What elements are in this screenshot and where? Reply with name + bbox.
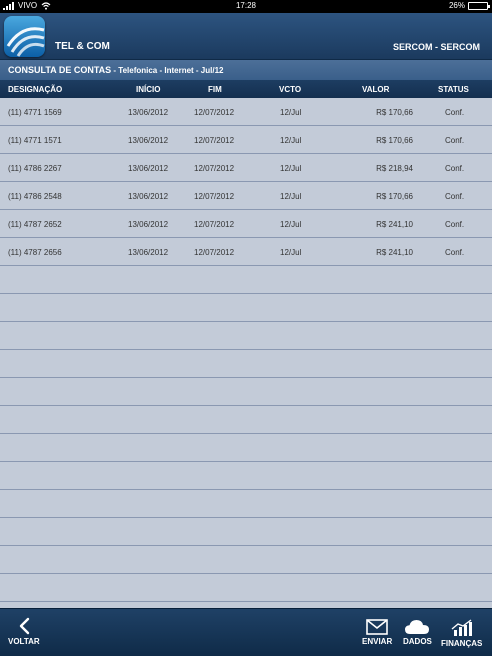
column-header-status[interactable]: STATUS xyxy=(438,85,469,94)
app-header: TEL & COM SERCOM - SERCOM xyxy=(0,13,492,60)
cell-inicio: 13/06/2012 xyxy=(128,248,169,257)
cell-inicio: 13/06/2012 xyxy=(128,192,169,201)
cell-vcto: 12/Jul xyxy=(280,192,302,201)
cell-fim: 12/07/2012 xyxy=(194,108,235,117)
cell-status: Conf. xyxy=(445,192,465,201)
cell-valor: R$ 241,10 xyxy=(376,248,413,257)
empty-row xyxy=(0,490,492,518)
empty-row xyxy=(0,546,492,574)
table-body: (11) 4771 1569 13/06/2012 12/07/2012 12/… xyxy=(0,98,492,266)
chevron-left-icon xyxy=(19,617,30,635)
status-bar: VIVO 17:28 26% xyxy=(0,0,492,13)
financas-button[interactable]: FINANÇAS xyxy=(441,619,482,648)
company-name: SERCOM - SERCOM xyxy=(392,42,480,52)
back-label: VOLTAR xyxy=(8,637,40,646)
cell-valor: R$ 170,66 xyxy=(376,136,413,145)
bottom-toolbar: VOLTAR ENVIAR DADOS FINANÇAS xyxy=(0,608,492,656)
empty-row xyxy=(0,574,492,602)
cell-fim: 12/07/2012 xyxy=(194,192,235,201)
enviar-label: ENVIAR xyxy=(362,637,393,646)
column-header-valor[interactable]: VALOR xyxy=(362,85,389,94)
cell-fim: 12/07/2012 xyxy=(194,136,235,145)
empty-row xyxy=(0,434,492,462)
cloud-icon xyxy=(405,620,430,634)
empty-row xyxy=(0,322,492,350)
chart-icon xyxy=(451,619,472,636)
cell-designacao: (11) 4771 1571 xyxy=(8,136,62,145)
app-logo-icon xyxy=(4,16,45,57)
empty-row xyxy=(0,518,492,546)
financas-label: FINANÇAS xyxy=(441,639,483,648)
cell-fim: 12/07/2012 xyxy=(194,164,235,173)
cell-status: Conf. xyxy=(445,164,465,173)
cell-designacao: (11) 4787 2656 xyxy=(8,248,62,257)
battery-icon xyxy=(468,1,490,10)
cell-vcto: 12/Jul xyxy=(280,248,302,257)
dados-button[interactable]: DADOS xyxy=(403,619,432,646)
table-row[interactable]: (11) 4771 1571 13/06/2012 12/07/2012 12/… xyxy=(0,126,492,154)
cell-valor: R$ 170,66 xyxy=(376,108,413,117)
empty-row xyxy=(0,350,492,378)
empty-row xyxy=(0,462,492,490)
app-title: TEL & COM xyxy=(55,41,110,52)
empty-row xyxy=(0,294,492,322)
page-title-bar: CONSULTA DE CONTAS - Telefonica - Intern… xyxy=(0,60,492,80)
table-row[interactable]: (11) 4787 2652 13/06/2012 12/07/2012 12/… xyxy=(0,210,492,238)
cell-designacao: (11) 4786 2267 xyxy=(8,164,62,173)
column-header-designacao[interactable]: DESIGNAÇÃO xyxy=(8,85,62,94)
empty-row xyxy=(0,266,492,294)
cell-fim: 12/07/2012 xyxy=(194,248,235,257)
cell-fim: 12/07/2012 xyxy=(194,220,235,229)
cell-inicio: 13/06/2012 xyxy=(128,108,169,117)
page-title: CONSULTA DE CONTAS xyxy=(8,65,112,75)
cell-status: Conf. xyxy=(445,108,465,117)
table-row[interactable]: (11) 4786 2548 13/06/2012 12/07/2012 12/… xyxy=(0,182,492,210)
battery-area: 26% xyxy=(448,1,490,10)
page-subtitle: - Telefonica - Internet - Jul/12 xyxy=(111,66,224,75)
cell-valor: R$ 218,94 xyxy=(376,164,413,173)
cell-status: Conf. xyxy=(445,136,465,145)
clock: 17:28 xyxy=(235,1,257,10)
dados-label: DADOS xyxy=(403,637,432,646)
cell-status: Conf. xyxy=(445,248,465,257)
cell-vcto: 12/Jul xyxy=(280,136,302,145)
cell-vcto: 12/Jul xyxy=(280,220,302,229)
cell-designacao: (11) 4771 1569 xyxy=(8,108,62,117)
cell-vcto: 12/Jul xyxy=(280,108,302,117)
cell-designacao: (11) 4786 2548 xyxy=(8,192,62,201)
empty-row xyxy=(0,378,492,406)
back-button[interactable]: VOLTAR xyxy=(8,617,40,646)
column-header-vcto[interactable]: VCTO xyxy=(279,85,301,94)
cell-status: Conf. xyxy=(445,220,465,229)
column-header-inicio[interactable]: INÍCIO xyxy=(136,85,160,94)
cell-valor: R$ 170,66 xyxy=(376,192,413,201)
cell-inicio: 13/06/2012 xyxy=(128,136,169,145)
table-header: DESIGNAÇÃO INÍCIO FIM VCTO VALOR STATUS xyxy=(0,80,492,98)
cell-inicio: 13/06/2012 xyxy=(128,164,169,173)
column-header-fim[interactable]: FIM xyxy=(208,85,222,94)
table-row[interactable]: (11) 4786 2267 13/06/2012 12/07/2012 12/… xyxy=(0,154,492,182)
table-row[interactable]: (11) 4787 2656 13/06/2012 12/07/2012 12/… xyxy=(0,238,492,266)
empty-row xyxy=(0,406,492,434)
cell-valor: R$ 241,10 xyxy=(376,220,413,229)
empty-table-area xyxy=(0,266,492,602)
cell-inicio: 13/06/2012 xyxy=(128,220,169,229)
cell-vcto: 12/Jul xyxy=(280,164,302,173)
enviar-button[interactable]: ENVIAR xyxy=(362,619,392,646)
envelope-icon xyxy=(366,619,388,635)
cell-designacao: (11) 4787 2652 xyxy=(8,220,62,229)
battery-percent: 26% xyxy=(448,1,465,10)
table-row[interactable]: (11) 4771 1569 13/06/2012 12/07/2012 12/… xyxy=(0,98,492,126)
